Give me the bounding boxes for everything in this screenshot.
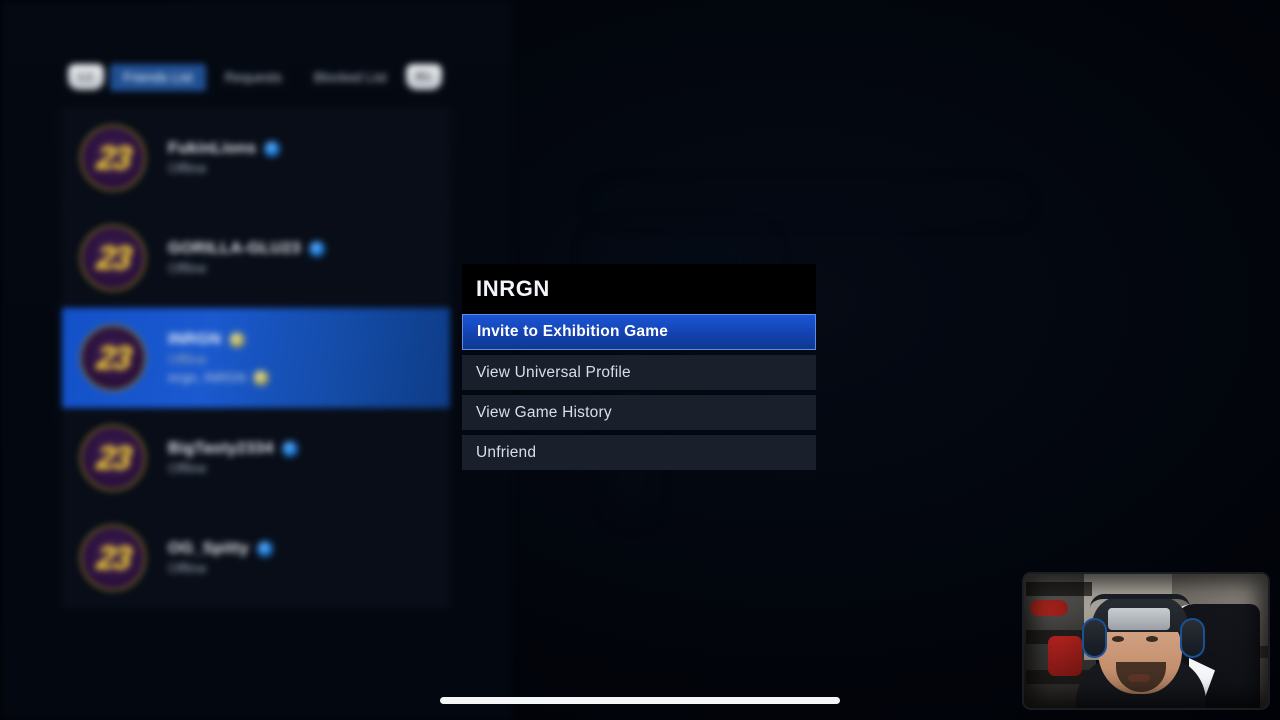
friend-status: Offline — [168, 260, 207, 276]
webcam-shelf — [1026, 582, 1092, 596]
friend-list-item[interactable]: 23 FukinLions Offline — [62, 108, 450, 208]
avatar-glyph: 23 — [94, 538, 132, 576]
avatar-glyph: 23 — [94, 238, 132, 276]
webcam-headphone-cup — [1180, 618, 1205, 658]
game-screen: L1 Friends List Requests Blocked List R1… — [0, 0, 1280, 720]
webcam-headphone-band — [1090, 594, 1190, 608]
friend-status: Offline — [168, 560, 207, 576]
avatar-glyph: 23 — [94, 138, 132, 176]
friend-status: Offline — [168, 352, 207, 367]
friend-name: FukinLions — [168, 139, 257, 157]
friend-name: INRGN — [168, 331, 222, 348]
playstation-badge-icon — [265, 141, 280, 156]
friend-name-line: OG_Spitty — [168, 540, 272, 558]
friend-meta: BigTasty2334 Offline — [168, 440, 297, 476]
backdrop-hint — [600, 200, 1020, 206]
webcam-mouth — [1128, 674, 1150, 682]
menu-item-view-universal-profile[interactable]: View Universal Profile — [462, 355, 816, 390]
friend-name-line: GORILLA-GLU23 — [168, 240, 324, 258]
webcam-eye — [1146, 636, 1158, 642]
webcam-red-item — [1030, 600, 1068, 616]
menu-item-view-game-history[interactable]: View Game History — [462, 395, 816, 430]
friend-status: Offline — [168, 460, 207, 476]
verified-badge-icon — [254, 370, 269, 385]
menu-item-unfriend[interactable]: Unfriend — [462, 435, 816, 470]
friends-tab-bar: L1 Friends List Requests Blocked List R1 — [68, 62, 458, 92]
friend-meta: FukinLions Offline — [168, 139, 280, 176]
friend-sub-line: inrgn, INRGN — [168, 370, 269, 385]
friend-name-line: FukinLions — [168, 139, 280, 158]
webcam-eye — [1112, 636, 1124, 642]
friend-meta: GORILLA-GLU23 Offline — [168, 240, 324, 276]
friend-list-item-selected[interactable]: 23 INRGN Offline inrgn, INRGN — [62, 308, 450, 408]
avatar: 23 — [80, 325, 146, 391]
avatar: 23 — [80, 424, 146, 491]
menu-item-invite-to-exhibition-game[interactable]: Invite to Exhibition Game — [462, 314, 816, 350]
friend-name-line: BigTasty2334 — [168, 440, 297, 458]
friend-list-item[interactable]: 23 BigTasty2334 Offline — [62, 408, 450, 508]
avatar-glyph: 23 — [94, 438, 132, 476]
avatar: 23 — [80, 524, 146, 591]
platform-badge-icon — [230, 333, 245, 347]
friend-name: BigTasty2334 — [168, 439, 274, 457]
avatar: 23 — [80, 224, 146, 291]
shoulder-right-icon[interactable]: R1 — [405, 64, 442, 90]
friend-status: Offline — [168, 160, 207, 176]
friends-panel: L1 Friends List Requests Blocked List R1… — [0, 0, 512, 720]
friend-list-item[interactable]: 23 GORILLA-GLU23 Offline — [62, 208, 450, 308]
playstation-badge-icon — [309, 241, 324, 256]
tab-friends-list[interactable]: Friends List — [110, 63, 206, 91]
webcam-headphone-cup — [1082, 618, 1107, 658]
context-menu-header: INRGN — [462, 264, 816, 314]
friend-name: GORILLA-GLU23 — [168, 239, 301, 257]
friend-list-item[interactable]: 23 OG_Spitty Offline — [62, 508, 450, 608]
webcam-scene — [1024, 574, 1268, 708]
webcam-red-bag — [1048, 636, 1082, 676]
friend-sub-text: inrgn, INRGN — [168, 370, 247, 385]
friend-name-line: INRGN — [168, 331, 268, 349]
avatar-glyph: 23 — [94, 339, 132, 376]
shoulder-left-icon[interactable]: L1 — [68, 64, 104, 90]
context-menu-title: INRGN — [476, 276, 550, 301]
playstation-badge-icon — [257, 541, 272, 556]
friend-meta: INRGN Offline inrgn, INRGN — [168, 331, 269, 385]
context-menu[interactable]: INRGN Invite to Exhibition Game View Uni… — [462, 264, 816, 475]
playstation-badge-icon — [282, 441, 297, 456]
friend-meta: OG_Spitty Offline — [168, 540, 272, 576]
webcam-overlay — [1024, 574, 1268, 708]
friend-name: OG_Spitty — [168, 539, 249, 557]
tab-blocked-list[interactable]: Blocked List — [301, 64, 400, 91]
home-indicator — [440, 697, 840, 704]
avatar: 23 — [80, 124, 146, 191]
tab-requests[interactable]: Requests — [212, 64, 295, 91]
friends-list[interactable]: 23 FukinLions Offline 23 GORILLA-GLU23 O… — [62, 108, 450, 608]
